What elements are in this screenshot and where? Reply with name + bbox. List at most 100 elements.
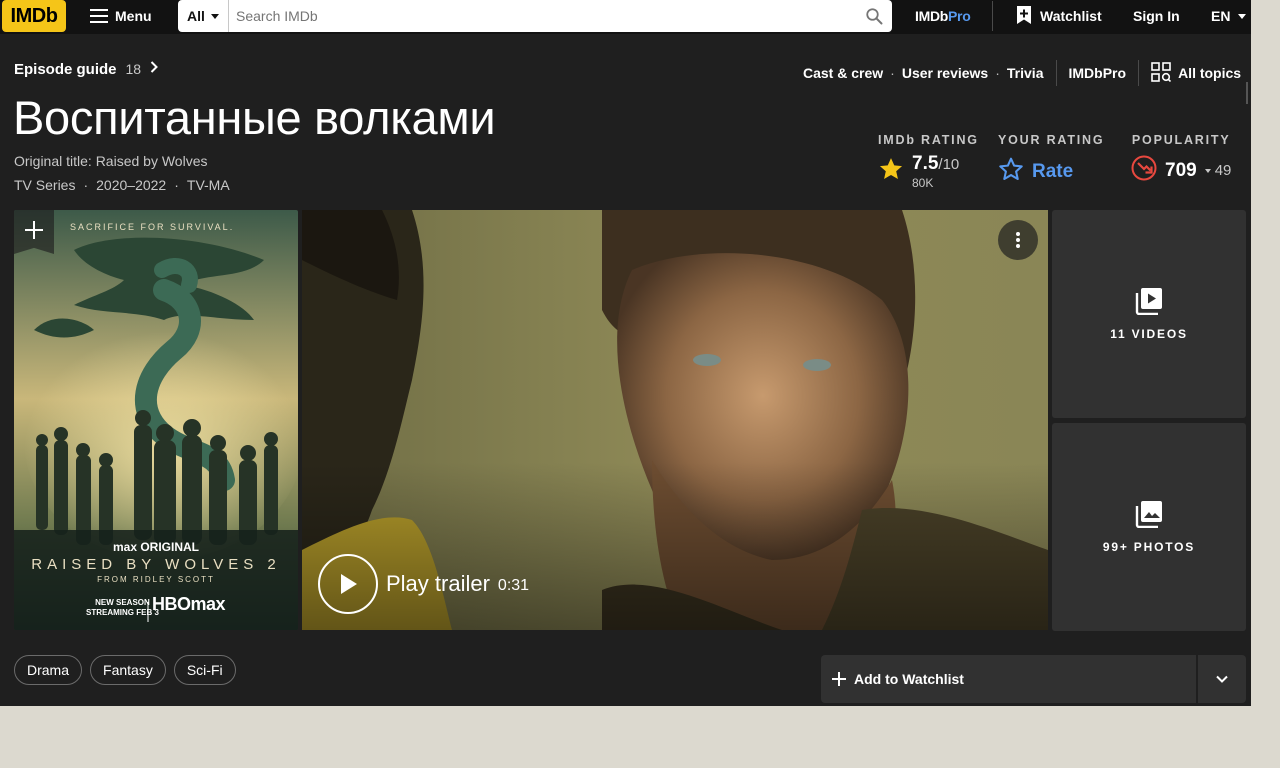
link-divider [1055,60,1057,86]
imdbpro-link[interactable]: IMDbPro [915,8,971,24]
imdb-score: 7.5/10 80K [912,153,959,190]
popularity-value: 709 [1165,159,1197,181]
caret-down-icon [1238,13,1247,19]
trivia-link[interactable]: Trivia [1007,65,1044,81]
release-years-link[interactable]: 2020–2022 [96,177,166,193]
caret-down-icon [210,13,219,19]
watchlist-options-button[interactable] [1198,655,1246,703]
your-rating-heading: YOUR RATING [998,133,1105,147]
star-outline-icon [998,156,1024,187]
all-topics-button[interactable]: All topics [1151,61,1242,85]
title-meta: TV Series · 2020–2022 · TV-MA [14,177,230,193]
poster-series-title: RAISED BY WOLVES 2 [31,556,281,573]
popularity-block[interactable]: POPULARITY 709 49 [1131,133,1231,186]
trending-down-icon [1131,155,1157,186]
search-input[interactable] [229,0,856,32]
episode-guide-label: Episode guide [14,60,117,78]
score-value: 7.5 [912,153,939,174]
popularity-delta: 49 [1214,162,1232,179]
score-max: /10 [938,156,960,173]
poster-tagline: SACRIFICE FOR SURVIVAL. [70,222,235,232]
add-to-watchlist-button[interactable]: Add to Watchlist [821,655,1196,703]
dot-separator: · [890,65,895,81]
imdb-logo[interactable]: IMDb [2,0,66,32]
page-title: Воспитанные волками [13,91,496,144]
more-options-button[interactable] [998,220,1038,260]
plus-icon [25,221,43,239]
photos-count-label: 99+ PHOTOS [1102,540,1196,554]
chevron-down-icon [1216,675,1228,683]
search-bar: All [178,0,892,32]
sign-in-link[interactable]: Sign In [1133,8,1180,24]
rate-label: Rate [1032,160,1074,182]
imdb-rating-block[interactable]: IMDb RATING 7.5/10 80K [878,133,979,190]
dot-separator: · [83,177,89,193]
title-hero: Episode guide 18 Cast & crew · User revi… [0,34,1251,706]
imdb-rating-row: 7.5/10 80K [878,153,979,190]
rate-button[interactable]: Rate [998,156,1104,187]
all-topics-icon [1151,61,1172,85]
poster[interactable]: SACRIFICE FOR SURVIVAL. max ORIGINAL RAI… [14,210,298,630]
genre-chip-scifi[interactable]: Sci-Fi [173,655,236,685]
nav-divider [992,1,993,31]
videos-tile[interactable]: 11 VIDEOS [1052,210,1246,418]
add-to-watchlist-label: Add to Watchlist [854,671,964,687]
user-reviews-link[interactable]: User reviews [902,65,988,81]
bookmark-plus-icon [1016,5,1032,28]
search-category-select[interactable]: All [178,0,229,32]
poster-credit: FROM RIDLEY SCOTT [97,575,215,584]
watchlist-label: Watchlist [1040,8,1102,24]
poster-max-original: max ORIGINAL [112,540,199,554]
episode-count: 18 [125,61,142,77]
vote-count: 80K [912,176,934,190]
all-topics-label: All topics [1178,65,1242,81]
certificate-link[interactable]: TV-MA [187,177,230,193]
search-icon[interactable] [856,0,892,32]
menu-label: Menu [115,8,152,24]
popularity-heading: POPULARITY [1131,133,1231,147]
star-icon [878,156,904,187]
hamburger-icon [90,9,108,23]
title-type: TV Series [14,177,76,193]
popularity-change: 49 [1204,162,1232,179]
genre-chip-fantasy[interactable]: Fantasy [90,655,166,685]
top-navbar: IMDb Menu All IMDbPro Watchlist Sign In … [0,0,1251,34]
photo-library-icon [1135,501,1162,528]
poster-network-logo: HBOmax [152,594,226,614]
original-title: Original title: Raised by Wolves [14,153,208,169]
episode-guide-link[interactable]: Episode guide 18 [14,60,159,78]
plus-icon [832,672,846,686]
trailer-duration: 0:31 [497,576,530,594]
play-trailer-button[interactable]: Play trailer 0:31 [318,554,529,614]
watchlist-nav-button[interactable]: Watchlist [1016,0,1102,32]
imdb-rating-heading: IMDb RATING [878,133,979,147]
trailer-video[interactable]: Play trailer 0:31 [302,210,1048,630]
videos-count-label: 11 VIDEOS [1110,327,1188,341]
caret-down-icon [1204,168,1211,173]
scrollbar-thumb[interactable] [1246,82,1248,104]
poster-release-note: NEW SEASON STREAMING FEB 3 [86,598,159,618]
menu-button[interactable]: Menu [90,0,152,32]
genre-chips: Drama Fantasy Sci-Fi [14,655,236,685]
chevron-right-icon [150,60,159,78]
add-to-watchlist-ribbon[interactable] [14,210,54,254]
dot-separator: · [995,65,1000,81]
imdbpro-title-link[interactable]: IMDbPro [1069,65,1127,81]
play-trailer-label: Play trailer [386,571,490,596]
dot-separator: · [174,177,179,193]
language-select[interactable]: EN [1211,8,1247,24]
video-library-icon [1135,288,1162,315]
poster-new-season: NEW SEASON [95,598,150,607]
cast-crew-link[interactable]: Cast & crew [803,65,883,81]
photos-tile[interactable]: 99+ PHOTOS [1052,423,1246,631]
imdbpro-imdb-text: IMDb [915,8,949,24]
your-rating-block: YOUR RATING Rate [998,133,1104,187]
imdbpro-pro-text: Pro [948,8,971,24]
language-label: EN [1211,8,1231,24]
popularity-row: 709 49 [1131,155,1231,186]
search-category-label: All [187,8,205,24]
genre-chip-drama[interactable]: Drama [14,655,83,685]
top-links: Cast & crew · User reviews · Trivia IMDb… [803,60,1241,86]
poster-streaming-date: STREAMING FEB 3 [86,608,159,617]
imdb-logo-text: IMDb [10,4,58,27]
